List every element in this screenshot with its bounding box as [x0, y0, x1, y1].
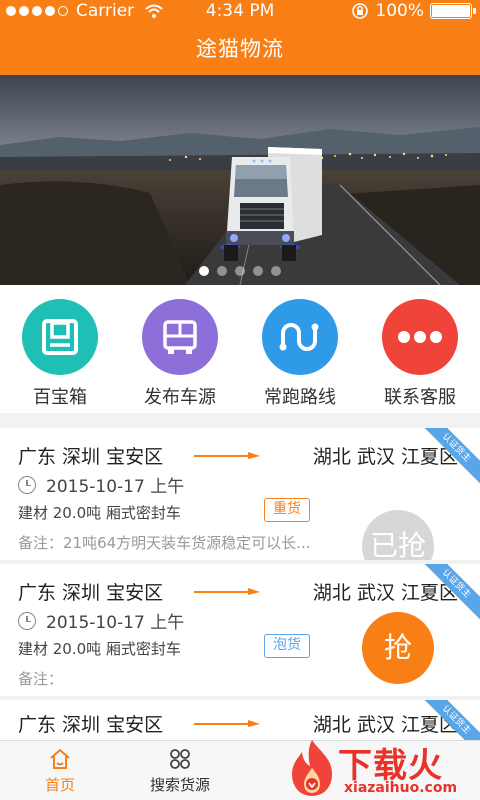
grab-order-button[interactable]: 抢 [362, 612, 434, 684]
origin-location: 广东 深圳 宝安区 [18, 446, 164, 468]
watermark-url: xiazaihuo.com [344, 780, 458, 796]
route-arrow-icon [194, 720, 260, 727]
toolbox-icon [22, 299, 98, 375]
destination-location: 湖北 武汉 江夏区 [312, 582, 458, 604]
clock-icon [18, 475, 36, 494]
menu-label: 联系客服 [384, 387, 456, 408]
app-screen: Carrier 4:34 PM 100% 途猫物流 百宝箱 发布车源 常跑路线 … [0, 0, 480, 800]
menu-item-customer-service[interactable]: 联系客服 [360, 285, 480, 413]
origin-location: 广东 深圳 宝安区 [18, 582, 164, 604]
cargo-detail: 建材 20.0吨 厢式密封车 [18, 504, 181, 522]
tab-search-cargo[interactable]: 搜索货源 [120, 741, 240, 800]
destination-location: 湖北 武汉 江夏区 [312, 446, 458, 468]
date-row: 2015-10-17 上午 [18, 608, 184, 633]
menu-label: 发布车源 [144, 387, 216, 408]
flame-logo-icon [292, 740, 332, 796]
pager-dot [271, 266, 281, 276]
cargo-detail: 建材 20.0吨 厢式密封车 [18, 640, 181, 658]
banner-carousel[interactable] [0, 75, 480, 285]
grabbed-button[interactable]: 已抢 [362, 510, 434, 560]
date-row: 2015-10-17 上午 [18, 472, 184, 497]
route-row: 广东 深圳 宝安区 湖北 武汉 江夏区 [18, 710, 462, 736]
remark-text: 备注：21吨64方明天装车货源稳定可以长... [18, 534, 311, 552]
nav-label: 首页 [44, 776, 75, 794]
destination-location: 湖北 武汉 江夏区 [312, 714, 458, 736]
grid-icon [170, 749, 190, 769]
orientation-lock-icon [352, 3, 369, 19]
order-card[interactable]: 广东 深圳 宝安区 湖北 武汉 江夏区 2015-10-17 上午 建材 20.… [0, 428, 480, 560]
menu-item-regular-routes[interactable]: 常跑路线 [240, 285, 360, 413]
status-right: 100% [351, 1, 476, 21]
pager-dot [235, 266, 245, 276]
cargo-type-tag: 重货 [264, 498, 310, 522]
cargo-type-tag: 泡货 [264, 634, 310, 658]
menu-label: 百宝箱 [33, 387, 87, 408]
pager-dot [253, 266, 263, 276]
page-title: 途猫物流 [0, 24, 480, 75]
clock-icon [18, 611, 36, 630]
nav-label: 搜索货源 [149, 776, 210, 794]
tab-home[interactable]: 首页 [0, 741, 120, 800]
status-bar: Carrier 4:34 PM 100% [0, 0, 480, 24]
route-arrow-icon [194, 588, 260, 595]
banner-truck-image [0, 75, 480, 285]
menu-item-toolbox[interactable]: 百宝箱 [0, 285, 120, 413]
home-icon [50, 749, 70, 769]
order-card[interactable]: 广东 深圳 宝安区 湖北 武汉 江夏区 2015-10-17 上午 建材 20.… [0, 564, 480, 696]
route-row: 广东 深圳 宝安区 湖北 武汉 江夏区 [18, 442, 462, 468]
menu-item-publish-vehicle[interactable]: 发布车源 [120, 285, 240, 413]
battery-icon [430, 3, 476, 19]
more-dots-icon [382, 299, 458, 375]
remark-text: 备注： [18, 670, 64, 688]
pager-dot [217, 266, 227, 276]
banner-pager [0, 266, 480, 276]
battery-percent: 100% [375, 1, 424, 21]
bus-icon [142, 299, 218, 375]
route-arrow-icon [194, 452, 260, 459]
menu-label: 常跑路线 [264, 387, 336, 408]
route-row: 广东 深圳 宝安区 湖北 武汉 江夏区 [18, 578, 462, 604]
quick-menu: 百宝箱 发布车源 常跑路线 联系客服 [0, 285, 480, 413]
route-icon [262, 299, 338, 375]
load-date: 2015-10-17 上午 [46, 477, 185, 497]
origin-location: 广东 深圳 宝安区 [18, 714, 164, 736]
pager-dot-active [199, 266, 209, 276]
load-date: 2015-10-17 上午 [46, 613, 185, 633]
watermark-logo: 下载火 xiazaihuo.com [284, 736, 480, 800]
